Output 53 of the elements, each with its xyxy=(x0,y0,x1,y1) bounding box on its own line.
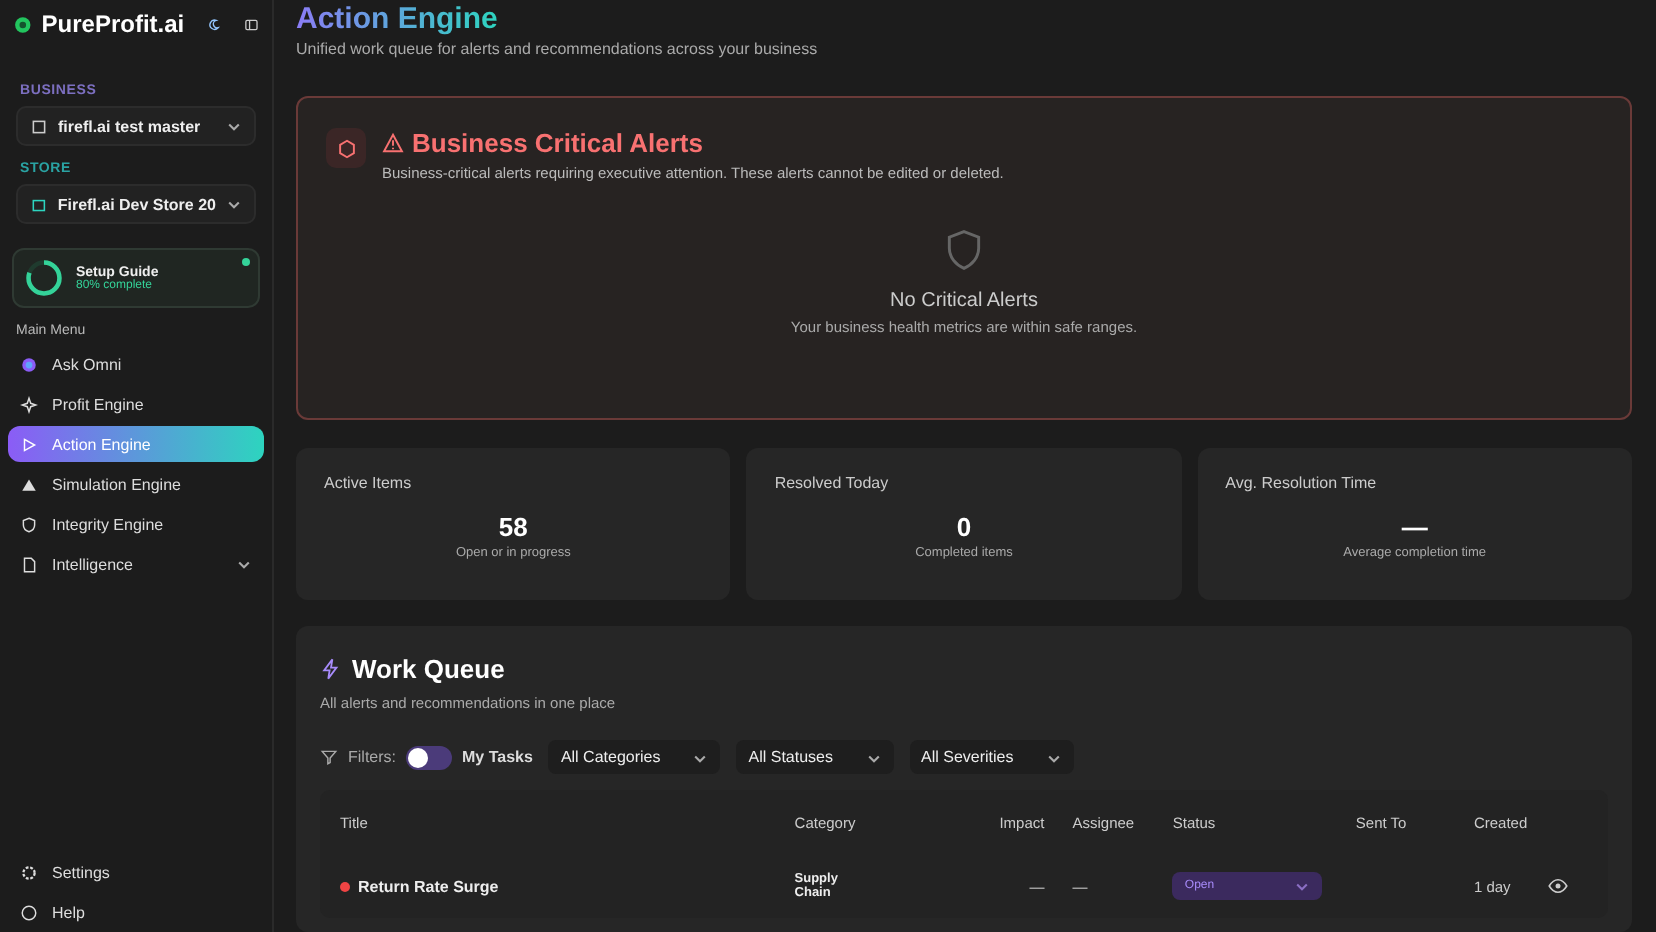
shield-icon xyxy=(942,226,986,274)
business-selector[interactable]: firefl.ai test master xyxy=(16,106,256,146)
store-selector[interactable]: Firefl.ai Dev Store 20 xyxy=(16,184,256,224)
nav-item[interactable]: Intelligence xyxy=(8,546,264,582)
nav-item[interactable]: Simulation Engine xyxy=(8,466,264,502)
sparkle-icon xyxy=(20,395,38,413)
chevron-icon xyxy=(226,196,242,212)
row-title[interactable]: Return Rate Surge xyxy=(358,877,499,895)
eye-icon[interactable] xyxy=(1548,876,1569,896)
empty-title: No Critical Alerts xyxy=(890,290,1038,312)
shield-badge xyxy=(326,128,366,168)
alerts-title: Business Critical Alerts xyxy=(412,128,703,158)
filter-dropdown[interactable]: All Categories xyxy=(548,740,721,774)
status-dot xyxy=(242,258,250,266)
warning-icon xyxy=(382,132,404,154)
triangle-icon xyxy=(20,475,38,493)
nav-item[interactable]: Profit Engine xyxy=(8,386,264,422)
work-queue-title: Work Queue xyxy=(352,654,505,684)
help-icon xyxy=(20,903,38,921)
stat-label: Avg. Resolution Time xyxy=(1225,474,1379,492)
document-icon xyxy=(20,555,38,573)
nav-item[interactable]: Action Engine xyxy=(8,426,264,462)
page-title: Action Engine xyxy=(296,0,498,36)
page-subtitle: Unified work queue for alerts and recommendations across your business xyxy=(296,40,820,58)
play-icon xyxy=(20,435,38,453)
shield-icon xyxy=(20,515,38,533)
chevron-icon xyxy=(236,556,252,572)
stat-value: 0 xyxy=(954,512,974,542)
stat-value: — xyxy=(1399,512,1430,542)
stat-label: Resolved Today xyxy=(774,474,891,492)
brand-name: PureProfit.ai xyxy=(41,10,185,38)
progress-ring xyxy=(24,258,64,298)
logo-icon xyxy=(14,11,32,37)
my-tasks-label: My Tasks xyxy=(462,748,533,766)
chevron-icon xyxy=(226,118,242,134)
nav-item[interactable]: Help xyxy=(8,894,264,930)
lightning-icon xyxy=(320,658,342,680)
moon-icon[interactable] xyxy=(206,13,222,35)
stat-label: Active Items xyxy=(324,474,414,492)
nav-item[interactable]: Settings xyxy=(8,854,264,890)
chevron-icon xyxy=(1294,878,1311,894)
nav-item[interactable]: Integrity Engine xyxy=(8,506,264,542)
stat-value: 58 xyxy=(496,512,530,542)
store-icon xyxy=(30,195,48,213)
my-tasks-toggle[interactable] xyxy=(406,745,452,769)
nav-item[interactable]: Ask Omni xyxy=(8,346,264,382)
orb-icon xyxy=(20,355,38,373)
building-icon xyxy=(30,117,48,135)
filter-dropdown[interactable]: All Statuses xyxy=(736,740,893,774)
settings-icon xyxy=(20,863,38,881)
filter-icon xyxy=(320,748,338,766)
filter-dropdown[interactable]: All Severities xyxy=(909,740,1074,774)
filters-label: Filters: xyxy=(348,748,396,766)
